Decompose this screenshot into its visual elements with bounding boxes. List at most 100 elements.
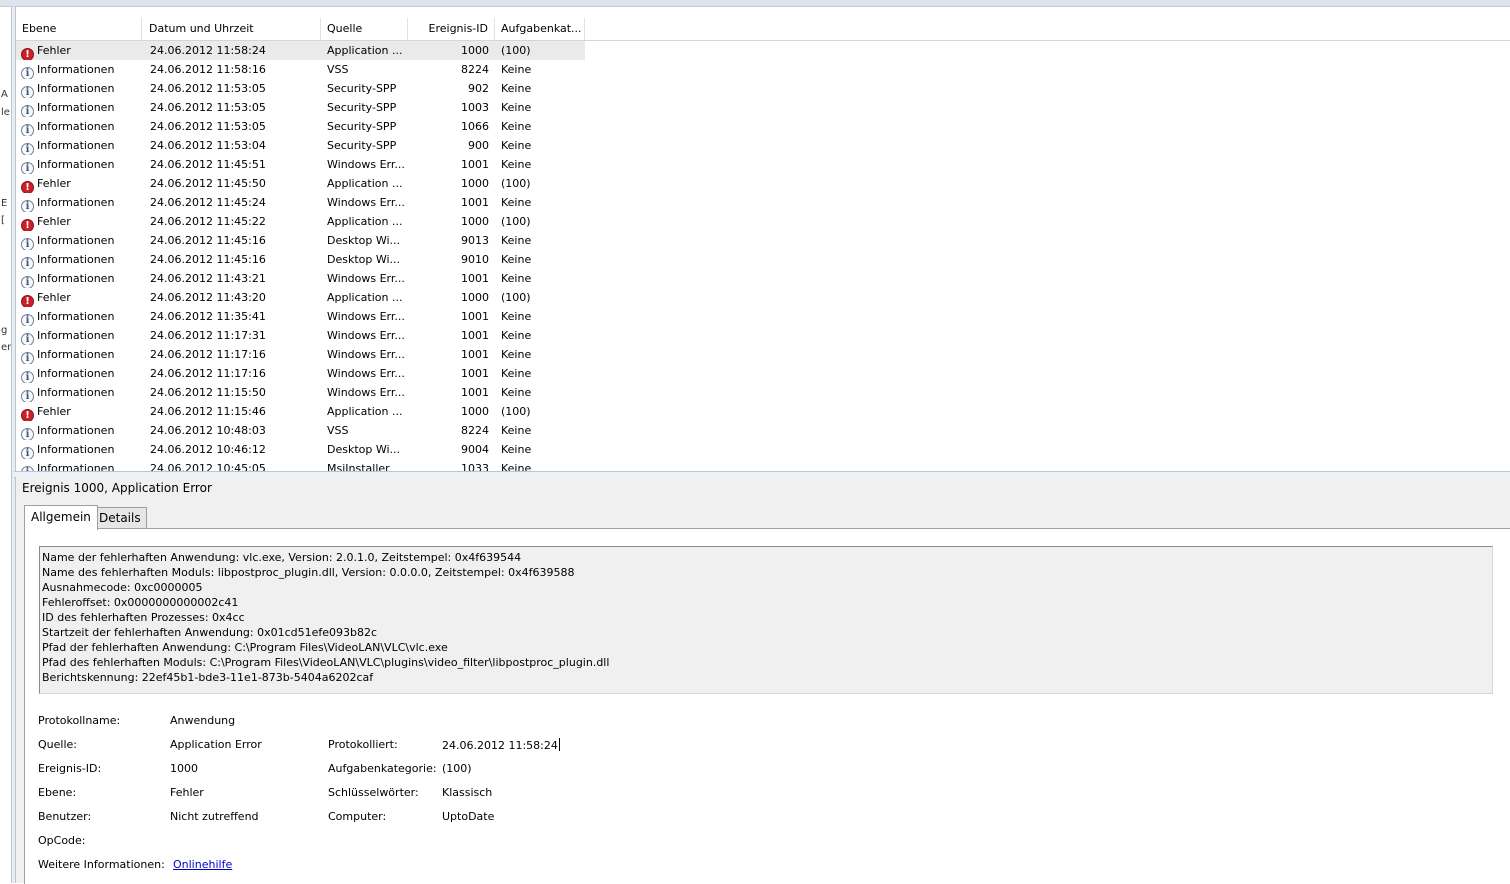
cell-source: Windows Err... [327, 348, 405, 361]
description-line: ID des fehlerhaften Prozesses: 0x4cc [42, 611, 245, 624]
cell-date: 24.06.2012 11:53:05 [150, 120, 266, 133]
table-row[interactable]: i Informationen 24.06.2012 11:45:51 Windows… [16, 155, 1510, 174]
text-caret [558, 738, 560, 751]
table-row[interactable]: i Informationen 24.06.2012 11:17:16 Windows… [16, 364, 1510, 383]
table-row[interactable]: iInformationen 24.06.2012 10:45:05 MsiInst… [16, 459, 1510, 471]
table-row[interactable]: ! Fehler 24.06.2012 11:58:24 Application ..… [16, 41, 1510, 60]
description-line: Berichtskennung: 22ef45b1-bde3-11e1-873b… [42, 671, 374, 684]
user-value: Nicht zutreffend [170, 810, 259, 823]
cell-event-id: 1000 [461, 291, 489, 304]
table-row[interactable]: i Informationen 24.06.2012 11:53:04 Securit… [16, 136, 1510, 155]
table-row[interactable]: ! Fehler 24.06.2012 11:43:20 Application ..… [16, 288, 1510, 307]
level-text: Informationen [37, 443, 115, 456]
cell-event-id: 1033 [461, 462, 489, 471]
opcode-label: OpCode: [38, 834, 86, 847]
description-line: Name der fehlerhaften Anwendung: vlc.exe… [42, 551, 522, 564]
event-grid[interactable]: Ebene Datum und Uhrzeit Quelle Ereignis-… [16, 18, 1510, 471]
column-header-source[interactable]: Quelle [321, 18, 408, 40]
cell-date: 24.06.2012 10:48:03 [150, 424, 266, 437]
table-row[interactable]: i Informationen 24.06.2012 11:43:21 Windows… [16, 269, 1510, 288]
cell-source: Windows Err... [327, 329, 405, 342]
table-row[interactable]: i Informationen 24.06.2012 11:45:16 Desktop… [16, 231, 1510, 250]
table-row[interactable]: ! Fehler 24.06.2012 11:45:22 Application ..… [16, 212, 1510, 231]
info-icon: i [21, 238, 34, 250]
table-row[interactable]: i Informationen 24.06.2012 10:46:12 Desktop… [16, 440, 1510, 459]
error-icon: ! [21, 295, 34, 307]
cell-event-id: 1001 [461, 272, 489, 285]
log-name-label: Protokollname: [38, 714, 121, 727]
table-row[interactable]: i Informationen 24.06.2012 11:15:50 Windows… [16, 383, 1510, 402]
description-line: Startzeit der fehlerhaften Anwendung: 0x… [42, 626, 378, 639]
cell-event-id: 902 [468, 82, 489, 95]
level-text: Informationen [37, 310, 115, 323]
keywords-value: Klassisch [442, 786, 493, 799]
cell-level: ! Fehler [21, 212, 142, 231]
cell-level: iInformationen [21, 269, 142, 288]
level-text: Informationen [37, 82, 115, 95]
level-text: Fehler [37, 215, 71, 228]
cell-source: Application ... [327, 291, 403, 304]
event-description-box[interactable]: Name der fehlerhaften Anwendung: vlc.exe… [39, 546, 1493, 694]
computer-value: UptoDate [442, 810, 495, 823]
table-row[interactable]: i Informationen 24.06.2012 11:58:16 VSS 8224… [16, 60, 1510, 79]
table-row[interactable]: i Informationen 24.06.2012 11:45:16 Desktop… [16, 250, 1510, 269]
info-icon: i [21, 314, 34, 326]
cell-event-id: 1000 [461, 177, 489, 190]
cell-source: Security-SPP [327, 120, 397, 133]
cell-category: Keine [501, 82, 532, 95]
table-row[interactable]: i Informationen 24.06.2012 11:17:16 Windows… [16, 345, 1510, 364]
cell-level: iInformationen [21, 364, 142, 383]
cell-level: iInformationen [21, 250, 142, 269]
info-icon: i [21, 352, 34, 364]
column-header-level[interactable]: Ebene [16, 18, 142, 40]
event-id-label: Ereignis-ID: [38, 762, 102, 775]
cell-source: Windows Err... [327, 386, 405, 399]
cell-level: ! Fehler [21, 402, 142, 421]
logged-value-wrap[interactable]: 24.06.2012 11:58:24 [442, 738, 560, 752]
cell-category: Keine [501, 101, 532, 114]
tab-details[interactable]: Details [93, 507, 147, 528]
column-header-category[interactable]: Aufgabenkat... [495, 18, 585, 40]
table-row[interactable]: i Informationen 24.06.2012 11:53:05 Securit… [16, 98, 1510, 117]
column-header-event-id[interactable]: Ereignis-ID [408, 18, 495, 40]
cell-category: Keine [501, 310, 532, 323]
table-row[interactable]: i Informationen 24.06.2012 10:48:03 VSS 8224… [16, 421, 1510, 440]
cell-event-id: 9013 [461, 234, 489, 247]
cell-level: iInformationen [21, 459, 142, 471]
table-row[interactable]: i Informationen 24.06.2012 11:35:41 Windows… [16, 307, 1510, 326]
cell-source: Windows Err... [327, 196, 405, 209]
log-name-value: Anwendung [170, 714, 236, 727]
table-row[interactable]: ! Fehler 24.06.2012 11:45:50 Application ..… [16, 174, 1510, 193]
level-text: Informationen [37, 253, 115, 266]
cell-source: MsiInstaller [327, 462, 390, 471]
level-text: Fehler [37, 44, 71, 57]
table-row[interactable]: ! Fehler 24.06.2012 11:15:46 Application ..… [16, 402, 1510, 421]
cell-level: iInformationen [21, 136, 142, 155]
info-icon: i [21, 447, 34, 459]
task-category-label: Aufgabenkategorie: [328, 762, 437, 775]
cell-source: Windows Err... [327, 310, 405, 323]
description-line: Pfad des fehlerhaften Moduls: C:\Program… [42, 656, 610, 669]
source-label: Quelle: [38, 738, 77, 751]
column-header-date[interactable]: Datum und Uhrzeit [143, 18, 321, 40]
tab-general[interactable]: Allgemein [24, 505, 98, 530]
info-icon: i [21, 86, 34, 98]
table-row[interactable]: i Informationen 24.06.2012 11:53:05 Securit… [16, 117, 1510, 136]
level-text: Informationen [37, 158, 115, 171]
info-icon: i [21, 200, 34, 212]
table-row[interactable]: i Informationen 24.06.2012 11:17:31 Windows… [16, 326, 1510, 345]
table-row[interactable]: i Informationen 24.06.2012 11:53:05 Securit… [16, 79, 1510, 98]
online-help-link[interactable]: Onlinehilfe [173, 858, 232, 871]
left-fragment: E [1, 198, 8, 209]
info-icon: i [21, 124, 34, 136]
error-icon: ! [21, 48, 34, 60]
table-row[interactable]: i Informationen 24.06.2012 11:45:24 Windows… [16, 193, 1510, 212]
task-category-value: (100) [442, 762, 472, 775]
cell-event-id: 900 [468, 139, 489, 152]
cell-level: ! Fehler [21, 288, 142, 307]
cell-category: Keine [501, 234, 532, 247]
level-text: Informationen [37, 386, 115, 399]
cell-source: Application ... [327, 215, 403, 228]
cell-event-id: 1001 [461, 367, 489, 380]
event-rows: ! Fehler 24.06.2012 11:58:24 Application ..… [16, 41, 1510, 471]
